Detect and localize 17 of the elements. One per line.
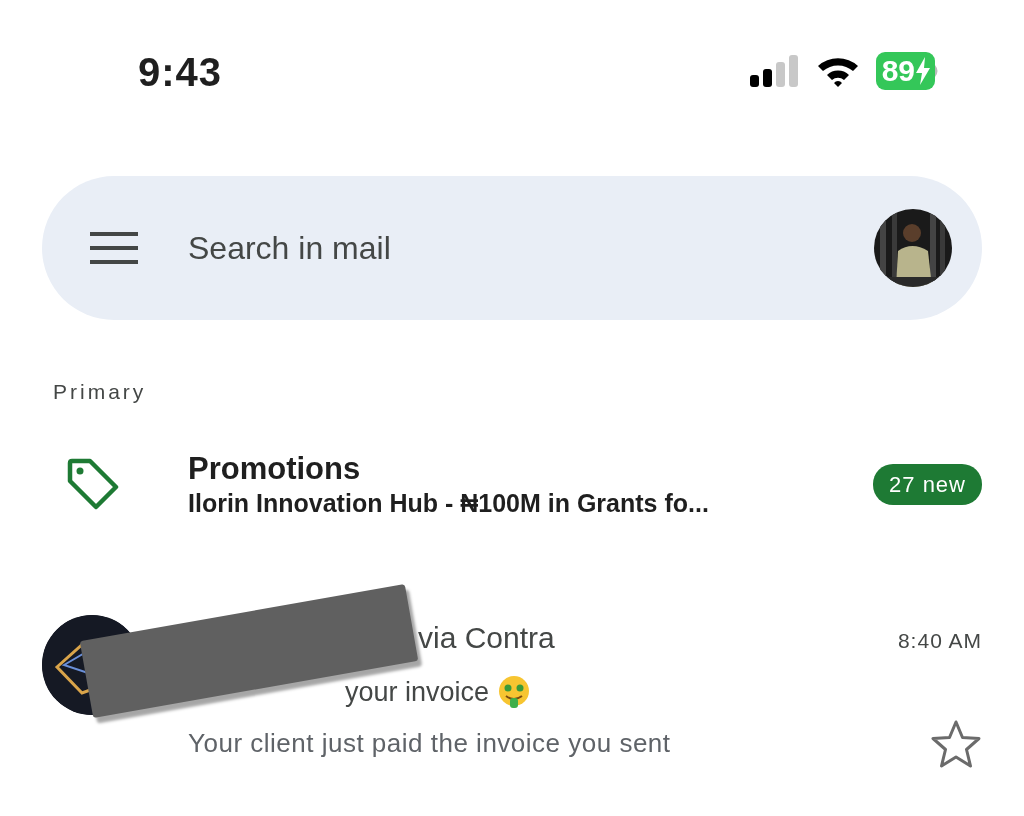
category-title: Promotions [188, 449, 362, 487]
sender-name: via Contra [418, 620, 555, 657]
emoji-icon [497, 675, 532, 710]
clock-time: 9:43 [138, 52, 223, 92]
search-field[interactable]: Search in mail [188, 224, 874, 272]
email-snippet: Ilorin Innovation Hub - ₦100M in Grants fo... [188, 487, 710, 519]
new-count-badge: 27 new [873, 463, 982, 505]
email-snippet: Your client just paid the invoice you sent [188, 727, 671, 761]
menu-icon[interactable] [90, 232, 138, 264]
email-time: 8:40 AM [897, 628, 982, 655]
star-icon[interactable] [930, 718, 982, 769]
email-subject: your invoice [345, 676, 490, 710]
battery-indicator: 89 [875, 52, 935, 90]
promotions-row[interactable]: Promotions Ilorin Innovation Hub - ₦100M in Grants fo... 27 new [0, 449, 1024, 520]
section-label: Primary [53, 379, 148, 405]
signal-icon [749, 55, 800, 87]
tag-icon [66, 457, 120, 512]
